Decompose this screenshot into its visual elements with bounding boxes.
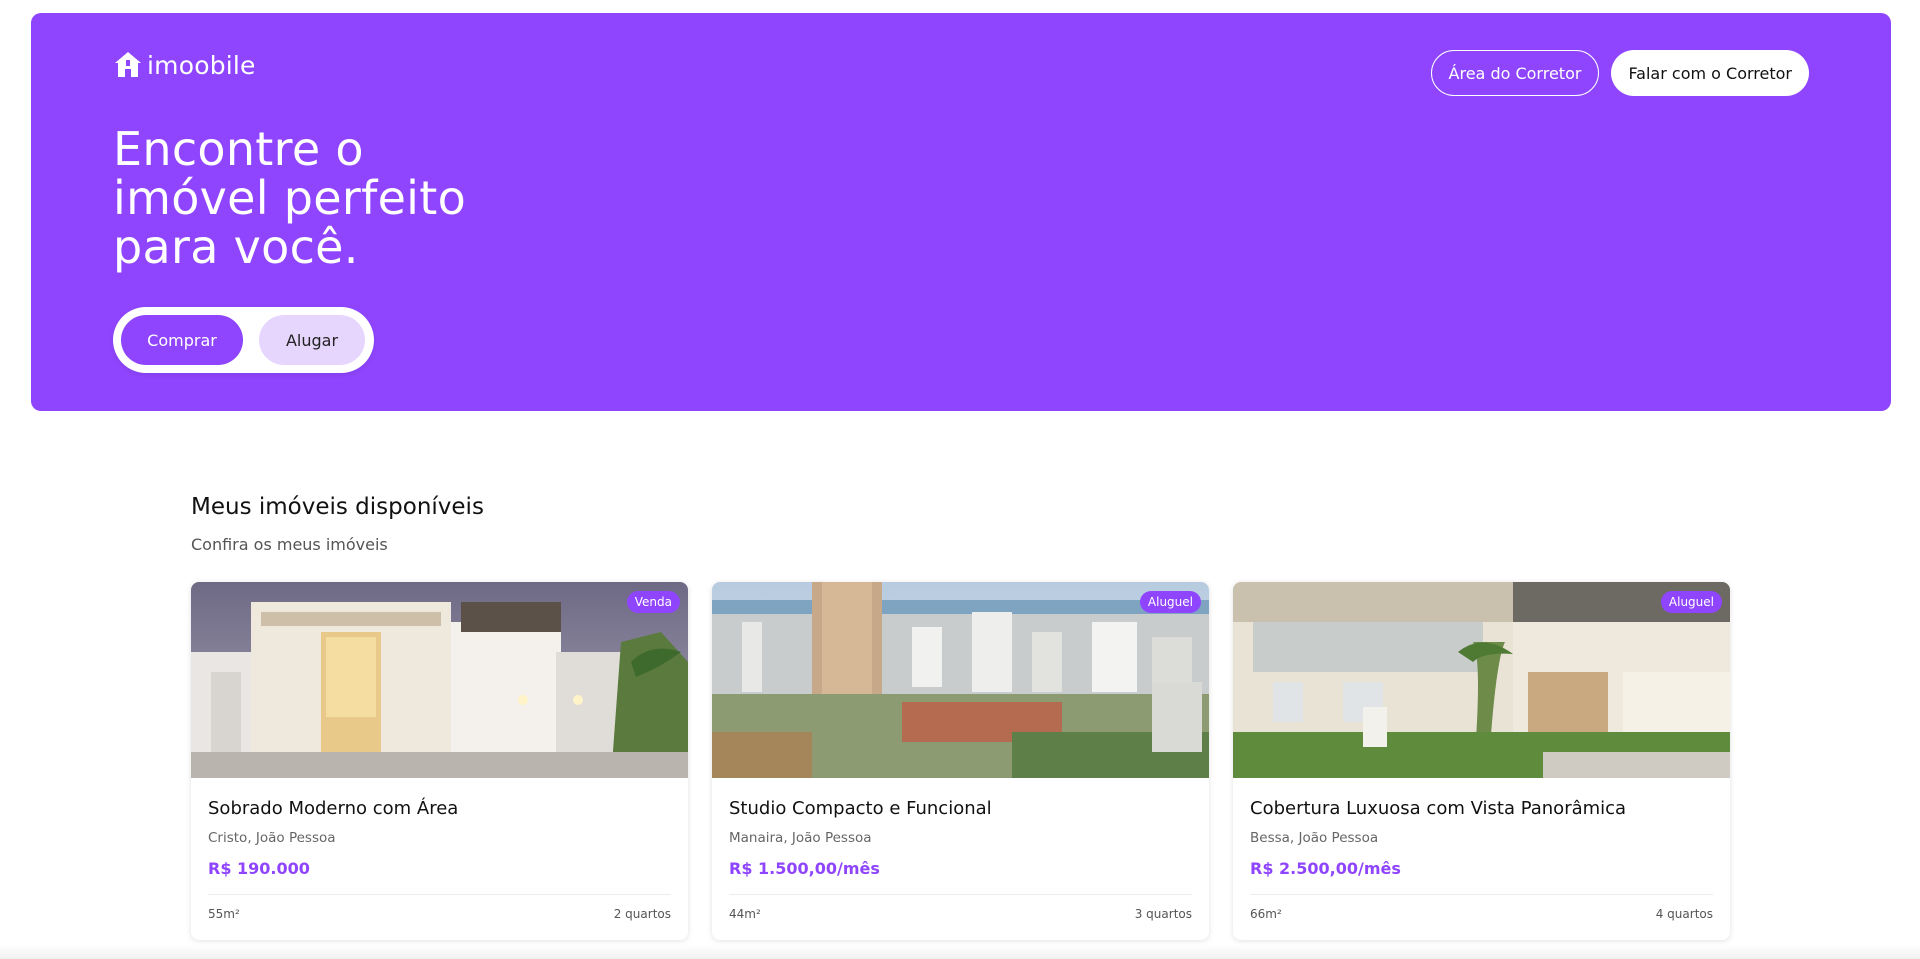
listing-price: R$ 2.500,00/mês xyxy=(1250,859,1401,878)
listing-rooms: 2 quartos xyxy=(613,907,671,921)
listing-rooms: 4 quartos xyxy=(1655,907,1713,921)
broker-area-button[interactable]: Área do Corretor xyxy=(1430,50,1600,96)
listing-card[interactable]: Aluguel Studio Compacto e Funcional Mana… xyxy=(712,582,1209,940)
listing-price: R$ 1.500,00/mês xyxy=(729,859,880,878)
listing-type-badge: Venda xyxy=(626,591,680,613)
listing-location: Manaira, João Pessoa xyxy=(729,830,872,846)
card-divider xyxy=(208,894,671,895)
house-icon xyxy=(115,52,141,77)
listing-location: Bessa, João Pessoa xyxy=(1250,830,1379,846)
brand-name: imoobile xyxy=(147,50,256,80)
listing-photo: Aluguel xyxy=(712,582,1209,778)
listing-area: 44m² xyxy=(729,907,761,921)
card-divider xyxy=(1250,894,1713,895)
listing-rooms: 3 quartos xyxy=(1134,907,1192,921)
card-divider xyxy=(729,894,1192,895)
listing-photo: Aluguel xyxy=(1233,582,1730,778)
page-bottom-shadow xyxy=(0,945,1920,959)
hero-banner: imoobile Área do Corretor Falar com o Co… xyxy=(31,13,1891,411)
rent-tab[interactable]: Alugar xyxy=(259,315,365,365)
listing-card[interactable]: Venda Sobrado Moderno com Área Cristo, J… xyxy=(191,582,688,940)
contact-broker-button[interactable]: Falar com o Corretor xyxy=(1611,50,1809,96)
listing-title: Cobertura Luxuosa com Vista Panorâmica xyxy=(1250,798,1627,819)
listing-type-badge: Aluguel xyxy=(1660,591,1722,613)
hero-title: Encontre o imóvel perfeito para você. xyxy=(113,122,467,274)
brand-logo[interactable]: imoobile xyxy=(113,50,256,80)
listing-photo: Venda xyxy=(191,582,688,778)
listing-type-badge: Aluguel xyxy=(1139,591,1201,613)
listing-price: R$ 190.000 xyxy=(208,859,310,878)
listing-area: 66m² xyxy=(1250,907,1282,921)
buy-rent-toggle: Comprar Alugar xyxy=(113,307,374,373)
listing-location: Cristo, João Pessoa xyxy=(208,830,336,846)
listing-cards: Venda Sobrado Moderno com Área Cristo, J… xyxy=(191,582,1730,940)
listing-title: Studio Compacto e Funcional xyxy=(729,798,992,819)
section-subtitle: Confira os meus imóveis xyxy=(191,535,388,554)
listing-card[interactable]: Aluguel Cobertura Luxuosa com Vista Pano… xyxy=(1233,582,1730,940)
section-title: Meus imóveis disponíveis xyxy=(191,494,484,520)
listing-title: Sobrado Moderno com Área xyxy=(208,798,459,819)
listing-area: 55m² xyxy=(208,907,240,921)
header-actions: Área do Corretor Falar com o Corretor xyxy=(1430,50,1809,96)
buy-tab[interactable]: Comprar xyxy=(121,315,243,365)
